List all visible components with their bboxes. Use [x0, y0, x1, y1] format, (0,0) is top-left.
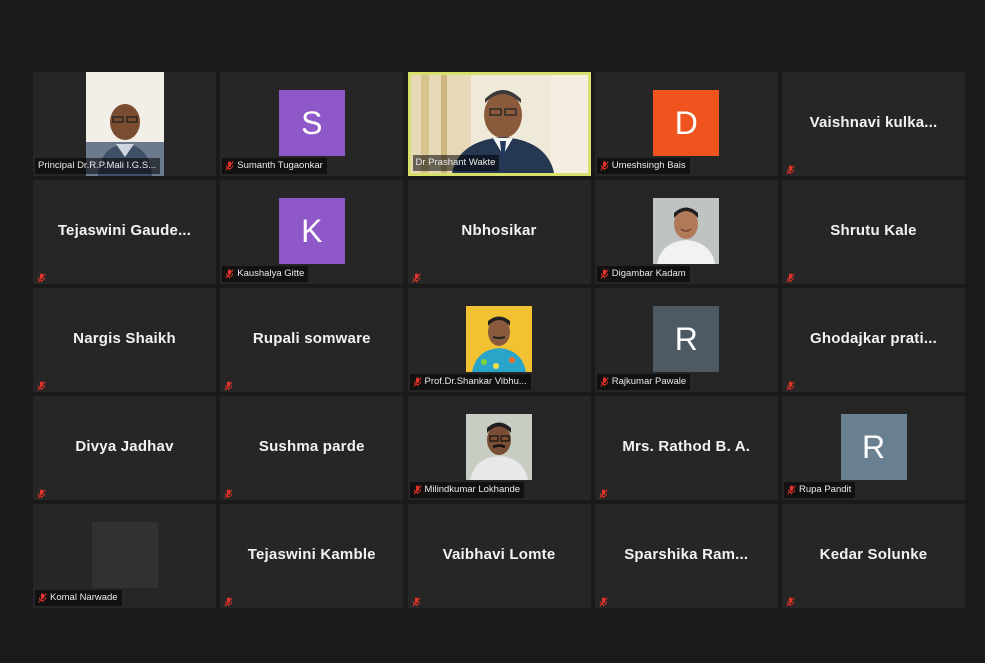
- participant-tile[interactable]: Tejaswini Kamble: [220, 504, 404, 608]
- participant-name-label: Umeshsingh Bais: [596, 158, 690, 174]
- participant-name: Digambar Kadam: [611, 268, 686, 279]
- muted-mic-icon: [600, 269, 609, 279]
- muted-mic-icon: [224, 378, 233, 391]
- participant-tile[interactable]: Mrs. Rathod B. A.: [594, 396, 778, 500]
- participant-display-name: Sushma parde: [258, 438, 365, 455]
- participant-display-name: Nargis Shaikh: [73, 330, 176, 347]
- participant-tile[interactable]: Shrutu Kale: [782, 180, 965, 284]
- participant-display-name: Sparshika Ram...: [624, 546, 749, 563]
- participant-display-name: Vaibhavi Lomte: [442, 546, 556, 563]
- participant-display-name: Vaishnavi kulka...: [809, 114, 938, 131]
- participant-tile[interactable]: Vaibhavi Lomte: [407, 504, 591, 608]
- participant-name-label: Principal Dr.R.P.Mali I.G.S...: [35, 158, 161, 174]
- muted-mic-icon: [786, 594, 795, 607]
- participant-name: Sumanth Tugaonkar: [237, 160, 323, 171]
- participant-tile[interactable]: Vaishnavi kulka...: [782, 72, 965, 176]
- muted-mic-icon: [38, 593, 47, 603]
- avatar: K: [278, 198, 345, 264]
- muted-mic-icon: [412, 485, 422, 495]
- muted-mic-icon: [37, 378, 46, 391]
- participant-tile[interactable]: Divya Jadhav: [33, 396, 216, 500]
- participant-name-label: Prof.Dr.Shankar Vibhu...: [409, 374, 531, 390]
- participant-tile[interactable]: Dr Prashant Wakte: [407, 72, 591, 176]
- person-photo-man-smiling-icon: [653, 198, 720, 264]
- participant-name-label: Sumanth Tugaonkar: [222, 158, 327, 174]
- muted-mic-icon: [786, 378, 795, 391]
- muted-mic-icon: [786, 270, 795, 283]
- participant-tile[interactable]: Sparshika Ram...: [594, 504, 778, 608]
- person-photo-cartoon-icon: [466, 306, 532, 372]
- participant-tile[interactable]: Tejaswini Gaude...: [33, 180, 216, 284]
- participant-name: Rajkumar Pawale: [611, 376, 687, 387]
- participant-name-label: Rupa Pandit: [784, 482, 856, 498]
- avatar: S: [278, 90, 345, 156]
- participant-name-label: Rajkumar Pawale: [596, 374, 691, 390]
- muted-mic-icon: [599, 486, 608, 499]
- muted-mic-icon: [786, 162, 795, 175]
- participant-name: Principal Dr.R.P.Mali I.G.S...: [38, 160, 157, 171]
- participant-name: Dr Prashant Wakte: [415, 157, 496, 168]
- participant-display-name: Kedar Solunke: [819, 546, 928, 563]
- participant-display-name: Mrs. Rathod B. A.: [622, 438, 751, 455]
- avatar: R: [653, 306, 720, 372]
- avatar: R: [840, 414, 907, 480]
- participant-tile[interactable]: S Sumanth Tugaonkar: [220, 72, 404, 176]
- participant-display-name: Divya Jadhav: [75, 438, 174, 455]
- participant-display-name: Tejaswini Gaude...: [57, 222, 192, 239]
- participant-tile[interactable]: Ghodajkar prati...: [782, 288, 965, 392]
- muted-mic-icon: [412, 377, 422, 387]
- participant-tile[interactable]: Komal Narwade: [33, 504, 216, 608]
- participant-tile[interactable]: Kedar Solunke: [782, 504, 965, 608]
- participant-display-name: Nbhosikar: [461, 222, 537, 239]
- participant-name-label: Dr Prashant Wakte: [412, 155, 500, 171]
- avatar: D: [653, 90, 720, 156]
- muted-mic-icon: [600, 377, 609, 387]
- person-photo-man-mustache-icon: [466, 414, 532, 480]
- participant-tile[interactable]: R Rajkumar Pawale: [594, 288, 778, 392]
- muted-mic-icon: [787, 485, 796, 495]
- participant-name-label: Kaushalya Gitte: [222, 266, 309, 282]
- muted-mic-icon: [411, 594, 421, 607]
- participant-name: Komal Narwade: [50, 592, 118, 603]
- participant-tile[interactable]: R Rupa Pandit: [782, 396, 965, 500]
- participant-name: Rupa Pandit: [799, 484, 852, 495]
- participant-name: Kaushalya Gitte: [237, 268, 305, 279]
- participant-display-name: Shrutu Kale: [830, 222, 917, 239]
- participant-name: Umeshsingh Bais: [611, 160, 686, 171]
- participant-tile[interactable]: Nbhosikar: [407, 180, 591, 284]
- participant-name: Milindkumar Lokhande: [424, 484, 521, 495]
- muted-mic-icon: [599, 594, 608, 607]
- muted-mic-icon: [224, 594, 233, 607]
- participant-display-name: Tejaswini Kamble: [247, 546, 376, 563]
- participant-tile[interactable]: Sushma parde: [220, 396, 404, 500]
- muted-mic-icon: [600, 161, 609, 171]
- participant-name-label: Digambar Kadam: [596, 266, 690, 282]
- participant-tile[interactable]: K Kaushalya Gitte: [220, 180, 404, 284]
- muted-mic-icon: [225, 161, 234, 171]
- participant-tile[interactable]: D Umeshsingh Bais: [594, 72, 778, 176]
- video-gallery: Principal Dr.R.P.Mali I.G.S... S Sumanth T…: [33, 72, 965, 608]
- participant-name-label: Milindkumar Lokhande: [409, 482, 525, 498]
- participant-tile[interactable]: Prof.Dr.Shankar Vibhu...: [407, 288, 591, 392]
- muted-mic-icon: [225, 269, 234, 279]
- participant-name-label: Komal Narwade: [35, 590, 122, 606]
- muted-mic-icon: [37, 270, 46, 283]
- participant-tile[interactable]: Principal Dr.R.P.Mali I.G.S...: [33, 72, 216, 176]
- muted-mic-icon: [37, 486, 46, 499]
- participant-display-name: Ghodajkar prati...: [810, 330, 937, 347]
- muted-mic-icon: [224, 486, 233, 499]
- participant-display-name: Rupali somware: [252, 330, 371, 347]
- participant-tile[interactable]: Rupali somware: [220, 288, 404, 392]
- participant-tile[interactable]: Milindkumar Lokhande: [407, 396, 591, 500]
- dark-placeholder-icon: [91, 522, 158, 588]
- muted-mic-icon: [411, 270, 421, 283]
- participant-tile[interactable]: Nargis Shaikh: [33, 288, 216, 392]
- participant-name: Prof.Dr.Shankar Vibhu...: [424, 376, 527, 387]
- participant-tile[interactable]: Digambar Kadam: [594, 180, 778, 284]
